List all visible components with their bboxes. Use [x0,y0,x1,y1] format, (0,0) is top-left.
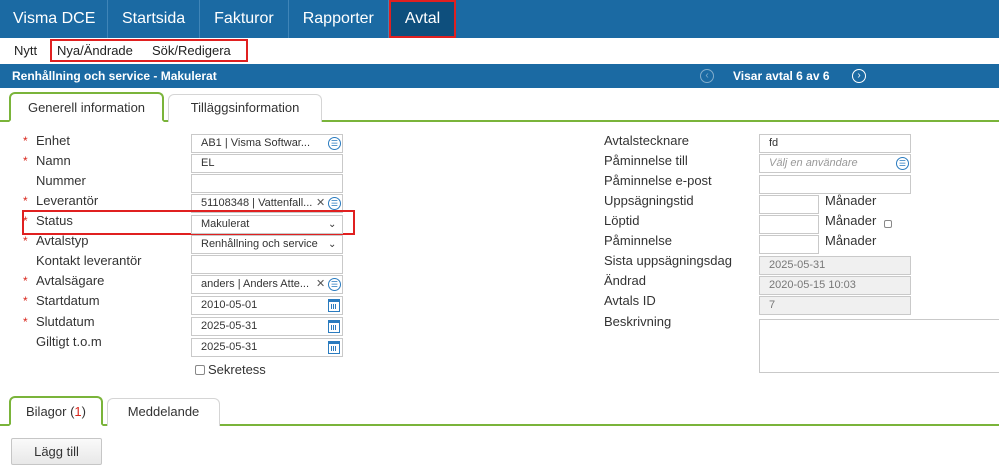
status-value: Makulerat [201,218,250,230]
leverantor-label: Leverantör [36,193,99,208]
paminnelse-till-field[interactable]: Välj en användare ☰ [759,154,911,173]
record-title: Renhållning och service - Makulerat [12,69,217,83]
record-pager: Visar avtal 6 av 6 [733,69,830,83]
required-marker: * [23,154,28,168]
giltigt-value: 2025-05-31 [201,341,258,353]
tab-meddelande[interactable]: Meddelande [107,398,220,426]
required-marker: * [23,315,28,329]
leverantor-value: 51108348 | Vattenfall... [201,197,313,209]
namn-field[interactable]: EL [191,154,343,173]
avtals-id-label: Avtals ID [604,293,656,308]
status-label: Status [36,213,73,228]
loptid-unit: Månader [825,213,877,228]
paminnelse-unit: Månader [825,233,877,248]
top-navigation: Visma DCE Startsida Fakturor Rapporter A… [0,0,999,38]
tab-tillaggsinformation[interactable]: Tilläggsinformation [168,94,322,122]
avtalstyp-value: Renhållning och service [201,238,318,250]
nummer-label: Nummer [36,173,86,188]
startdatum-label: Startdatum [36,293,100,308]
calendar-icon[interactable] [328,320,340,333]
tab-generell-information[interactable]: Generell information [9,92,164,122]
paminnelse-till-label: Påminnelse till [604,153,688,168]
andrad-label: Ändrad [604,273,646,288]
avtalstyp-select[interactable]: Renhållning och service ⌄ [191,235,343,254]
sekretess-checkbox[interactable] [195,365,205,375]
giltigt-field[interactable]: 2025-05-31 [191,338,343,357]
tab-bilagor-label: Bilagor ( [26,404,75,419]
agare-field[interactable]: anders | Anders Atte... ✕ ☰ [191,275,343,294]
calendar-icon[interactable] [328,299,340,312]
kontakt-field[interactable] [191,255,343,274]
record-title-bar: Renhållning och service - Makulerat ‹ Vi… [0,64,999,88]
tab-bilagor-close: ) [81,404,86,419]
uppsagningstid-label: Uppsägningstid [604,193,694,208]
attachment-tabs: Bilagor (1) Meddelande [0,392,999,426]
nav-startsida[interactable]: Startsida [108,0,201,38]
slutdatum-field[interactable]: 2025-05-31 [191,317,343,336]
giltigt-label: Giltigt t.o.m [36,334,102,349]
previous-record-icon[interactable]: ‹ [700,69,714,83]
list-icon[interactable]: ☰ [328,197,341,210]
required-marker: * [23,134,28,148]
enhet-value: AB1 | Visma Softwar... [201,137,311,149]
list-icon[interactable]: ☰ [328,137,341,150]
required-marker: * [23,294,28,308]
chevron-down-icon: ⌄ [328,239,337,250]
list-icon[interactable]: ☰ [896,157,909,170]
sista-uppsagningsdag-field: 2025-05-31 [759,256,911,275]
nummer-field[interactable] [191,174,343,193]
uppsagningstid-unit: Månader [825,193,877,208]
required-marker: * [23,194,28,208]
agare-value: anders | Anders Atte... [201,278,310,290]
avtalstyp-label: Avtalstyp [36,233,89,248]
avtalstecknare-label: Avtalstecknare [604,133,690,148]
paminnelse-label: Påminnelse [604,233,672,248]
avtals-id-field: 7 [759,296,911,315]
chevron-down-icon: ⌄ [328,219,337,230]
sub-navigation: Nytt Nya/Ändrade Sök/Redigera [0,38,999,64]
startdatum-value: 2010-05-01 [201,299,258,311]
sekretess-label: Sekretess [208,362,266,377]
loptid-label: Löptid [604,213,640,228]
kontakt-label: Kontakt leverantör [36,253,142,268]
status-select[interactable]: Makulerat ⌄ [191,215,343,234]
paminnelse-epost-field[interactable] [759,175,911,194]
namn-label: Namn [36,153,71,168]
clear-icon[interactable]: ✕ [316,276,325,293]
startdatum-field[interactable]: 2010-05-01 [191,296,343,315]
slutdatum-value: 2025-05-31 [201,320,258,332]
info-tabs: Generell information Tilläggsinformation [0,88,999,122]
enhet-label: Enhet [36,133,70,148]
agare-label: Avtalsägare [36,273,105,288]
slutdatum-label: Slutdatum [36,314,95,329]
avtalstecknare-field[interactable]: fd [759,134,911,153]
nav-fakturor[interactable]: Fakturor [200,0,289,38]
required-marker: * [23,214,28,228]
brand-logo[interactable]: Visma DCE [0,0,108,38]
tab-bilagor[interactable]: Bilagor (1) [9,396,103,426]
add-button[interactable]: Lägg till [11,438,102,465]
next-record-icon[interactable]: › [852,69,866,83]
subnav-highlight-box [50,39,248,62]
nav-avtal[interactable]: Avtal [388,0,457,38]
loptid-field[interactable] [759,215,819,234]
sista-uppsagningsdag-label: Sista uppsägningsdag [604,253,732,268]
beskrivning-label: Beskrivning [604,314,672,329]
paminnelse-epost-label: Påminnelse e-post [604,173,712,188]
bilagor-count: 1 [74,404,82,419]
loptid-checkbox[interactable] [884,220,892,228]
nav-rapporter[interactable]: Rapporter [289,0,389,38]
beskrivning-textarea[interactable] [759,319,999,373]
required-marker: * [23,274,28,288]
enhet-field[interactable]: AB1 | Visma Softwar... ☰ [191,134,343,153]
list-icon[interactable]: ☰ [328,278,341,291]
uppsagningstid-field[interactable] [759,195,819,214]
andrad-field: 2020-05-15 10:03 [759,276,911,295]
required-marker: * [23,234,28,248]
subnav-nytt[interactable]: Nytt [14,38,37,64]
calendar-icon[interactable] [328,341,340,354]
paminnelse-till-placeholder: Välj en användare [769,157,858,169]
paminnelse-field[interactable] [759,235,819,254]
